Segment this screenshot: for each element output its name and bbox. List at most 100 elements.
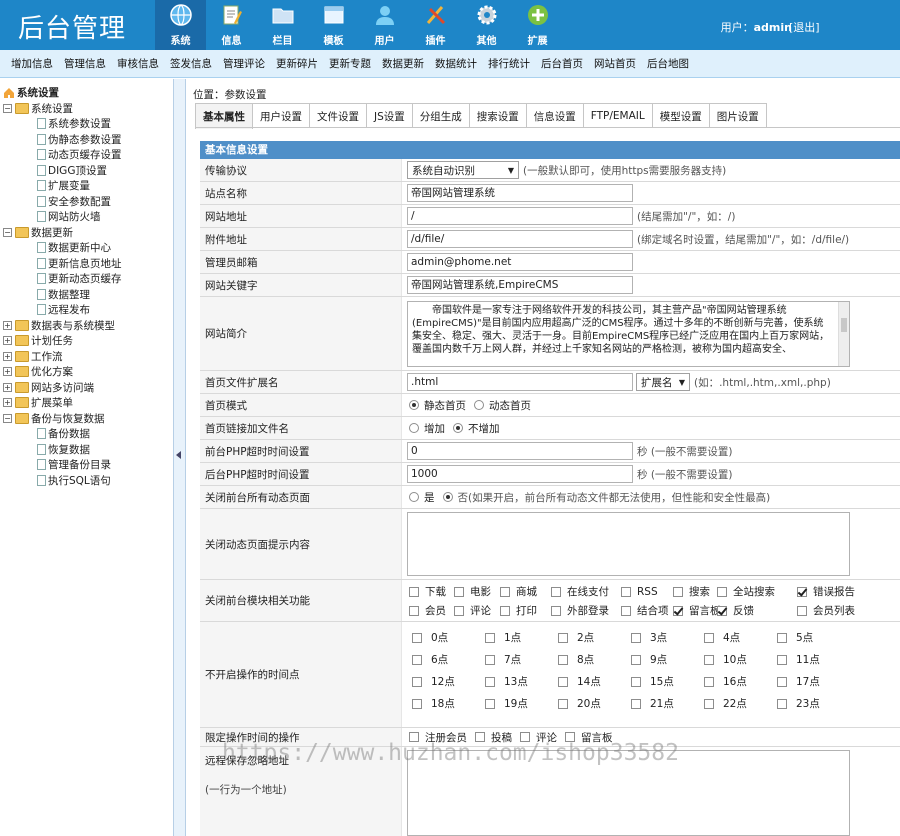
tree-group[interactable]: + 工作流 [3,349,173,365]
link-noadd-radio[interactable] [453,423,463,433]
subnav-link[interactable]: 管理评论 [223,56,265,71]
module-checkbox[interactable] [673,605,683,616]
module-checkbox[interactable] [500,586,510,597]
subnav-link[interactable]: 增加信息 [11,56,53,71]
expand-icon[interactable]: + [3,336,12,346]
remote-textarea[interactable] [407,750,850,836]
hour-checkbox[interactable] [631,698,641,709]
tree-item[interactable]: 执行SQL语句 [3,473,173,489]
tab-8[interactable]: 模型设置 [651,103,710,128]
module-checkbox[interactable] [797,605,807,616]
siteurl-input[interactable]: / [407,207,633,225]
module-checkbox[interactable] [797,586,807,597]
hour-checkbox[interactable] [704,654,714,665]
module-checkbox[interactable] [621,586,631,597]
tree-item[interactable]: 扩展变量 [3,178,173,194]
tree-item[interactable]: 网站防火墙 [3,209,173,225]
mode-dynamic-radio[interactable] [474,400,484,410]
collapse-arrow-icon[interactable] [176,451,181,459]
tab-9[interactable]: 图片设置 [708,103,767,128]
hour-checkbox[interactable] [777,698,787,709]
front-timeout-input[interactable]: 0 [407,442,633,460]
module-checkbox[interactable] [717,586,727,597]
close-tip-textarea[interactable] [407,512,850,576]
nav-item-4[interactable]: 用户 [359,0,410,50]
subnav-link[interactable]: 数据统计 [435,56,477,71]
tab-0[interactable]: 基本属性 [195,103,253,129]
hour-checkbox[interactable] [412,676,422,687]
protocol-select[interactable]: 系统自动识别 ▼ [407,161,519,179]
subnav-link[interactable]: 网站首页 [594,56,636,71]
tree-item[interactable]: DIGG顶设置 [3,163,173,179]
module-checkbox[interactable] [409,586,419,597]
close-no-radio[interactable] [442,492,453,502]
hour-checkbox[interactable] [704,676,714,687]
tree-item[interactable]: 恢复数据 [3,442,173,458]
close-yes-radio[interactable] [409,492,419,502]
back-timeout-input[interactable]: 1000 [407,465,633,483]
subnav-link[interactable]: 后台地图 [647,56,689,71]
tab-3[interactable]: JS设置 [366,103,413,128]
tree-group[interactable]: − 数据更新 [3,225,173,241]
tree-item[interactable]: 安全参数配置 [3,194,173,210]
collapse-icon[interactable]: − [3,413,12,423]
hour-checkbox[interactable] [558,698,568,709]
limit-checkbox[interactable] [475,732,485,742]
module-checkbox[interactable] [500,605,510,616]
tree-item[interactable]: 伪静态参数设置 [3,132,173,148]
tree-group[interactable]: + 数据表与系统模型 [3,318,173,334]
expand-icon[interactable]: + [3,367,12,377]
email-input[interactable]: admin@phome.net [407,253,633,271]
nav-item-0[interactable]: 系统 [155,0,206,50]
nav-item-1[interactable]: 信息 [206,0,257,50]
tab-7[interactable]: FTP/EMAIL [582,103,653,128]
hour-checkbox[interactable] [777,632,787,643]
module-checkbox[interactable] [621,605,631,616]
ext-input[interactable]: .html [407,373,633,391]
hour-checkbox[interactable] [777,676,787,687]
limit-checkbox[interactable] [520,732,530,742]
subnav-link[interactable]: 更新专题 [329,56,371,71]
ext-select[interactable]: 扩展名 ▼ [636,373,690,391]
tree-group[interactable]: + 计划任务 [3,333,173,349]
hour-checkbox[interactable] [485,698,495,709]
tree-item[interactable]: 管理备份目录 [3,457,173,473]
hour-checkbox[interactable] [558,676,568,687]
hour-checkbox[interactable] [412,698,422,709]
limit-checkbox[interactable] [409,732,419,742]
hour-checkbox[interactable] [704,698,714,709]
link-add-radio[interactable] [409,423,419,433]
subnav-link[interactable]: 审核信息 [117,56,159,71]
expand-icon[interactable]: + [3,382,12,392]
tree-group[interactable]: − 系统设置 [3,101,173,117]
tree-group[interactable]: − 备份与恢复数据 [3,411,173,427]
hour-checkbox[interactable] [412,632,422,643]
hour-checkbox[interactable] [485,676,495,687]
logout-link[interactable]: [退出] [789,19,820,35]
hour-checkbox[interactable] [631,676,641,687]
hour-checkbox[interactable] [631,632,641,643]
hour-checkbox[interactable] [485,632,495,643]
hour-checkbox[interactable] [558,632,568,643]
subnav-link[interactable]: 管理信息 [64,56,106,71]
module-checkbox[interactable] [409,605,419,616]
subnav-link[interactable]: 签发信息 [170,56,212,71]
tab-6[interactable]: 信息设置 [525,103,584,128]
keywords-input[interactable]: 帝国网站管理系统,EmpireCMS [407,276,633,294]
tree-root[interactable]: 系统设置 [3,85,173,101]
tree-item[interactable]: 远程发布 [3,302,173,318]
expand-icon[interactable]: + [3,351,12,361]
tree-item[interactable]: 数据整理 [3,287,173,303]
limit-checkbox[interactable] [565,732,575,742]
tree-item[interactable]: 更新信息页地址 [3,256,173,272]
hour-checkbox[interactable] [412,654,422,665]
nav-item-2[interactable]: 栏目 [257,0,308,50]
mode-static-radio[interactable] [409,400,419,410]
collapse-icon[interactable]: − [3,227,12,237]
hour-checkbox[interactable] [631,654,641,665]
tree-item[interactable]: 数据更新中心 [3,240,173,256]
tab-2[interactable]: 文件设置 [309,103,367,128]
tree-item[interactable]: 系统参数设置 [3,116,173,132]
nav-item-5[interactable]: 插件 [410,0,461,50]
tab-5[interactable]: 搜索设置 [468,103,527,128]
